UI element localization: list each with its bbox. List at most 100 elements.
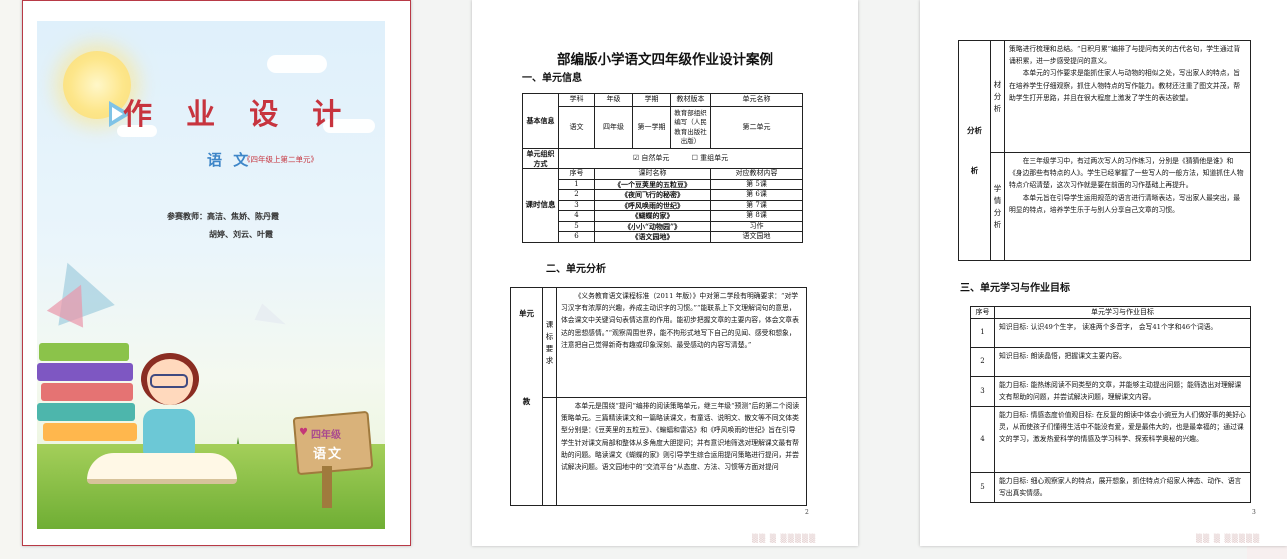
table-row: 4 能力目标: 情感态度价值观目标: 在反复的朗读中体会小豌豆为人们做好事的美好… [970,406,1251,473]
lesson-name: 《小小“动物园”》 [594,220,711,232]
cover-teachers: 参赛教师：高洁、焦娇、陈丹霞 胡婷、刘云、叶霞 [167,208,279,244]
book-stack-icon [43,423,137,441]
lesson-no: 3 [558,199,595,211]
value-subject: 语文 [558,106,595,149]
goal-header-text: 单元学习与作业目标 [994,306,1251,319]
goal-text: 知识目标: 认识49个生字， 读准两个多音字， 会写41个字和46个词语。 [994,318,1251,348]
analysis-label: 分析 [967,125,982,135]
lesson-name: 《一个豆荚里的五粒豆》 [594,178,711,190]
value-grade: 四年级 [594,106,633,149]
table-row: 3 能力目标: 能热练阅读不同类型的文章，并能够主动提出问题；能筛选出对理解课文… [970,376,1251,407]
value-edition: 教育部组织编写（人民教育出版社出版） [670,106,711,149]
goal-no: 3 [970,376,995,407]
table-row: 3 《呼风唤雨的世纪》 第 7课 [523,199,803,211]
unit-analysis-table: 单元 教 课标要求 《义务教育语文课程标准（2011 年版）》中对第二学段有明确… [510,287,807,506]
value-term: 第一学期 [632,106,671,149]
goal-text: 知识目标: 朗读晶悟，把握课文主要内容。 [994,347,1251,377]
section-heading-goals: 三、单元学习与作业目标 [960,283,1070,294]
teachers-line-1: 参赛教师：高洁、焦娇、陈丹霞 [167,212,279,221]
lesson-content: 语文园地 [710,231,803,243]
lesson-info-label: 课时信息 [522,168,559,243]
heart-icon: ♥ [299,427,308,438]
document-page-2[interactable]: 部编版小学语文四年级作业设计案例 一、单元信息 基本信息 学科 年级 学期 教材… [472,0,858,546]
analysis-label-2: 析 [970,165,979,175]
footer-watermark: ▒▒ ▒ ▒▒▒▒▒ [752,534,817,543]
goal-no: 5 [970,472,995,503]
page-number: 2 [805,509,809,516]
lesson-header-name: 课时名称 [594,168,711,180]
lesson-no: 6 [558,231,595,243]
document-page-3[interactable]: 分析 析 材分析 策略进行梳理和总结。“日积月累”编排了与提问有关的古代名句，学… [920,0,1287,546]
cover-title: 作 业 设 计 [123,97,354,131]
lesson-name: 《蝴蝶的家》 [594,210,711,222]
analysis-side-label: 分析 析 [958,40,991,261]
unit-info-table: 基本信息 学科 年级 学期 教材版本 单元名称 语文 四年级 第一学期 教育部组… [522,93,803,243]
goal-text: 能力目标: 能热练阅读不同类型的文章，并能够主动提出问题；能筛选出对理解课文有帮… [994,376,1251,407]
lesson-content: 习作 [710,220,803,232]
org-label: 单元组织方式 [522,148,559,169]
header-term: 学期 [632,93,671,107]
goal-text: 能力目标: 细心观察家人的特点，展开想象，抓住特点介绍家人神态、动作、语言写出真… [994,472,1251,503]
book-stack-icon [37,403,135,421]
table-row: 5 《小小“动物园”》 习作 [523,220,803,232]
student-analysis-label: 学情分析 [990,152,1005,261]
page-number: 3 [1252,509,1256,516]
teach-label: 教 [522,396,531,406]
header-unit-name: 单元名称 [710,93,803,107]
cover-illustration: 作 业 设 计 语 文 《四年级上第二单元》 参赛教师：高洁、焦娇、陈丹霞 胡婷… [37,21,385,529]
teachers-line-2: 胡婷、刘云、叶霞 [209,230,273,239]
table-row: 6 《语文园地》 语文园地 [523,231,803,243]
girl-reading-icon [143,409,195,455]
lesson-header-no: 序号 [558,168,595,180]
cover-page[interactable]: 作 业 设 计 语 文 《四年级上第二单元》 参赛教师：高洁、焦娇、陈丹霞 胡婷… [22,0,411,546]
lesson-content: 第 8课 [710,210,803,222]
lesson-no: 5 [558,220,595,232]
lesson-name: 《语文园地》 [594,231,711,243]
goal-no: 4 [970,406,995,473]
goal-no: 1 [970,318,995,348]
lesson-name: 《呼风唤雨的世纪》 [594,199,711,211]
material-analysis-text: 本单元是围绕“提问”编排的阅读策略单元，继三年级“预测”后的第二个阅读策略单元。… [556,397,807,506]
section-heading-unit-analysis: 二、单元分析 [546,264,606,275]
lesson-no: 4 [558,210,595,222]
goals-table: 序号 单元学习与作业目标 1 知识目标: 认识49个生字， 读准两个多音字， 会… [970,306,1251,503]
book-stack-icon [37,363,133,381]
standard-req-label: 课标要求 [542,287,557,398]
goal-text: 能力目标: 情感态度价值观目标: 在反复的朗读中体会小豌豆为人们做好事的美好心灵… [994,406,1251,473]
regroup-unit-checkbox[interactable]: ☐ 重组单元 [692,154,729,162]
student-analysis-text: 在三年级学习中，有过两次写人的习作练习，分别是《猜猜他是谁》和《身边那些有特点的… [1004,152,1251,261]
analysis-continued-table: 分析 析 材分析 策略进行梳理和总结。“日积月累”编排了与提问有关的古代名句，学… [958,40,1251,261]
table-row: 1 知识目标: 认识49个生字， 读准两个多音字， 会写41个字和46个词语。 [970,318,1251,348]
table-row: 2 《夜间飞行的秘密》 第 6课 [523,189,803,201]
cover-subject-sub: 《四年级上第二单元》 [243,155,318,164]
footer-watermark: ▒▒ ▒ ▒▒▒▒▒ [1196,534,1261,543]
lesson-no: 2 [558,189,595,201]
analysis-side-label: 单元 教 [510,287,543,506]
lesson-content: 第 6课 [710,189,803,201]
cloud-icon [267,55,327,73]
material-analysis-text: 策略进行梳理和总结。“日积月累”编排了与提问有关的古代名句，学生通过背诵积累，进… [1004,40,1251,153]
sign-grade: 四年级 [311,430,341,441]
header-edition: 教材版本 [670,93,711,107]
sign-subject: 语文 [313,447,344,462]
sign-post-icon [322,466,332,508]
table-row: 4 《蝴蝶的家》 第 8课 [523,210,803,222]
org-options: ☑ 自然单元 ☐ 重组单元 [558,148,803,169]
lesson-header-content: 对应教材内容 [710,168,803,180]
lesson-no: 1 [558,178,595,190]
goal-no: 2 [970,347,995,377]
paper-plane-icon [254,303,290,333]
book-stack-icon [39,343,129,361]
value-unit-name: 第二单元 [710,106,803,149]
section-heading-unit-info: 一、单元信息 [522,73,582,84]
natural-unit-checkbox[interactable]: ☑ 自然单元 [633,154,670,162]
lesson-name: 《夜间飞行的秘密》 [594,189,711,201]
book-stack-icon [41,383,133,401]
basic-info-label: 基本信息 [522,93,559,149]
lesson-content: 第 7课 [710,199,803,211]
table-row: 5 能力目标: 细心观察家人的特点，展开想象，抓住特点介绍家人神态、动作、语言写… [970,472,1251,503]
table-row: 2 知识目标: 朗读晶悟，把握课文主要内容。 [970,347,1251,377]
material-analysis-label: 材分析 [990,40,1005,153]
lesson-content: 第 5课 [710,178,803,190]
standard-req-text: 《义务教育语文课程标准（2011 年版）》中对第二学段有明确要求：“对学习汉字有… [556,287,807,398]
